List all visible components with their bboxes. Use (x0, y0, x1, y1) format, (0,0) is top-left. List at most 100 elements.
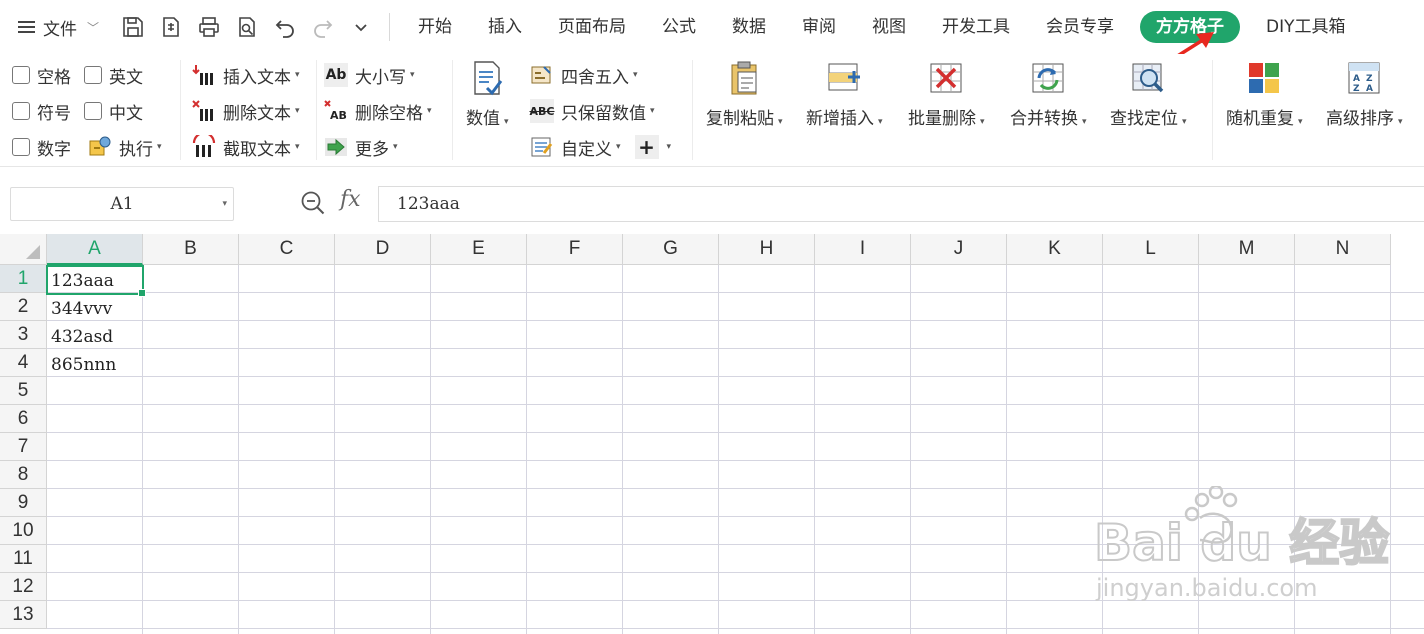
redo-icon (314, 20, 333, 38)
sheet-grid: ABCDEFGHIJKLMN 1 2 3 4 5 6 7 8 9 10 11 12 13 123aaa 3… (0, 234, 1424, 634)
column-header-h[interactable]: H (719, 234, 815, 265)
tab-developer[interactable]: 开发工具 (924, 11, 1028, 43)
name-box[interactable]: A1 ▾ (10, 187, 234, 221)
print-button[interactable] (191, 9, 227, 45)
column-header-b[interactable]: B (143, 234, 239, 265)
dropdown-arrow-icon: ▾ (616, 142, 621, 152)
cell-a4[interactable]: 865nnn (47, 349, 143, 377)
extract-text-icon (192, 135, 216, 159)
customize-toolbar-button[interactable] (343, 9, 379, 45)
keep-number-button[interactable]: ABC 只保留数值 ▾ (530, 96, 655, 126)
tab-member[interactable]: 会员专享 (1028, 11, 1132, 43)
insert-text-button[interactable]: 插入文本 ▾ (192, 60, 300, 90)
checkbox-box[interactable] (84, 102, 102, 120)
random-repeat-button[interactable]: 随机重复 ▾ (1226, 60, 1303, 129)
checkbox-symbol[interactable]: 符号 (12, 96, 71, 126)
export-pdf-button[interactable] (153, 9, 189, 45)
advanced-sort-button[interactable]: AZZA 高级排序 ▾ (1326, 60, 1403, 129)
row-header-4[interactable]: 4 (0, 349, 47, 377)
tab-data[interactable]: 数据 (714, 11, 784, 43)
dropdown-arrow-icon: ▾ (1298, 117, 1303, 127)
column-header-f[interactable]: F (527, 234, 623, 265)
row-header-5[interactable]: 5 (0, 377, 47, 405)
fx-icon[interactable]: fx (340, 187, 361, 212)
redo-button[interactable] (305, 9, 341, 45)
ribbon: 空格 英文 符号 中文 数字 执行 ▾ 插入文本 ▾ 删除文本 ▾ 截取文本 ▾… (0, 54, 1424, 167)
checkbox-space[interactable]: 空格 (12, 60, 71, 90)
column-header-d[interactable]: D (335, 234, 431, 265)
row-header-3[interactable]: 3 (0, 321, 47, 349)
checkbox-english[interactable]: 英文 (84, 60, 143, 90)
advanced-sort-label: 高级排序 (1326, 109, 1394, 129)
cell-a3[interactable]: 432asd (47, 321, 143, 349)
row-header-12[interactable]: 12 (0, 573, 47, 601)
column-header-n[interactable]: N (1295, 234, 1391, 265)
plus-icon[interactable]: + (634, 135, 659, 159)
row-header-1[interactable]: 1 (0, 265, 47, 293)
more-button[interactable]: 更多 ▾ (324, 132, 398, 162)
dropdown-arrow-icon[interactable]: ▾ (222, 199, 227, 209)
copy-paste-button[interactable]: 复制粘贴 ▾ (706, 60, 783, 129)
cell-a2[interactable]: 344vvv (47, 293, 143, 321)
tab-review[interactable]: 审阅 (784, 11, 854, 43)
dropdown-arrow-icon: ▾ (633, 70, 638, 80)
merge-convert-button[interactable]: 合并转换 ▾ (1010, 60, 1087, 129)
column-header-g[interactable]: G (623, 234, 719, 265)
case-button[interactable]: Ab 大小写 ▾ (324, 60, 415, 90)
execute-button[interactable]: 执行 ▾ (88, 132, 162, 162)
checkbox-box[interactable] (12, 138, 30, 156)
row-header-11[interactable]: 11 (0, 545, 47, 573)
print-preview-button[interactable] (229, 9, 265, 45)
checkbox-chinese[interactable]: 中文 (84, 96, 143, 126)
batch-delete-button[interactable]: 批量删除 ▾ (908, 60, 985, 129)
merge-convert-label: 合并转换 (1010, 109, 1078, 129)
tab-page-layout[interactable]: 页面布局 (540, 11, 644, 43)
file-menu[interactable]: 文件 ﹀ (0, 7, 109, 47)
zoom-out-icon[interactable] (300, 190, 326, 216)
save-icon (123, 17, 143, 37)
hamburger-icon (18, 21, 35, 33)
delete-text-button[interactable]: 删除文本 ▾ (192, 96, 300, 126)
custom-button[interactable]: 自定义 ▾ + ▾ (530, 132, 671, 162)
color-blocks-icon (1249, 63, 1280, 93)
value-label: 数值 (466, 109, 500, 129)
column-header-k[interactable]: K (1007, 234, 1103, 265)
row-header-10[interactable]: 10 (0, 517, 47, 545)
save-button[interactable] (115, 9, 151, 45)
checkbox-digit[interactable]: 数字 (12, 132, 71, 162)
column-header-l[interactable]: L (1103, 234, 1199, 265)
column-header-a[interactable]: A (47, 234, 143, 265)
chevron-down-icon: ﹀ (87, 20, 100, 35)
row-header-6[interactable]: 6 (0, 405, 47, 433)
find-locate-button[interactable]: 查找定位 ▾ (1110, 60, 1187, 129)
formula-input[interactable]: 123aaa (378, 186, 1424, 222)
row-header-2[interactable]: 2 (0, 293, 47, 321)
checkbox-box[interactable] (12, 102, 30, 120)
tab-view[interactable]: 视图 (854, 11, 924, 43)
add-insert-button[interactable]: 新增插入 ▾ (806, 60, 883, 129)
checkbox-box[interactable] (84, 66, 102, 84)
cell-area[interactable] (47, 265, 1424, 634)
value-button[interactable]: 数值 ▾ (466, 60, 509, 129)
checkbox-box[interactable] (12, 66, 30, 84)
tab-insert[interactable]: 插入 (470, 11, 540, 43)
column-header-c[interactable]: C (239, 234, 335, 265)
column-header-m[interactable]: M (1199, 234, 1295, 265)
round-button[interactable]: 四舍五入 ▾ (530, 60, 638, 90)
column-header-i[interactable]: I (815, 234, 911, 265)
extract-text-button[interactable]: 截取文本 ▾ (192, 132, 300, 162)
row-header-7[interactable]: 7 (0, 433, 47, 461)
row-header-9[interactable]: 9 (0, 489, 47, 517)
undo-button[interactable] (267, 9, 303, 45)
select-all-corner[interactable] (0, 234, 47, 265)
tab-diy-toolbox[interactable]: DIY工具箱 (1248, 11, 1364, 43)
svg-text:Z: Z (1366, 74, 1373, 84)
extract-text-label: 截取文本 (223, 139, 291, 160)
column-header-j[interactable]: J (911, 234, 1007, 265)
tab-formulas[interactable]: 公式 (644, 11, 714, 43)
row-header-13[interactable]: 13 (0, 601, 47, 629)
tab-home[interactable]: 开始 (400, 11, 470, 43)
delete-space-button[interactable]: AB 删除空格 ▾ (324, 96, 432, 126)
column-header-e[interactable]: E (431, 234, 527, 265)
row-header-8[interactable]: 8 (0, 461, 47, 489)
